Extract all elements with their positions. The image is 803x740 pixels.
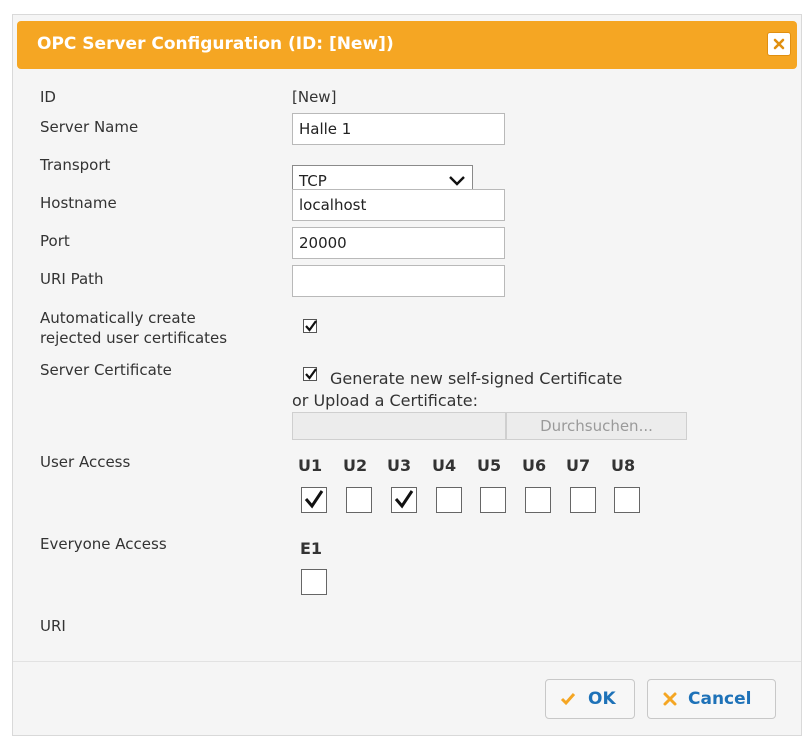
server-name-label: Server Name xyxy=(40,118,139,136)
upload-cert-label: or Upload a Certificate: xyxy=(292,391,478,410)
auto-create-label-line1: Automatically create xyxy=(40,309,196,327)
everyone-access-header-e1: E1 xyxy=(300,539,323,558)
user-access-header-u5: U5 xyxy=(477,456,502,475)
user-access-header-u6: U6 xyxy=(522,456,547,475)
user-access-label: User Access xyxy=(40,453,131,471)
generate-cert-label: Generate new self-signed Certificate xyxy=(330,369,623,388)
user-access-header-u8: U8 xyxy=(611,456,636,475)
cancel-button-label: Cancel xyxy=(688,689,752,709)
user-access-checkbox-u1[interactable] xyxy=(301,487,327,513)
everyone-access-label: Everyone Access xyxy=(40,535,167,553)
user-access-header-u7: U7 xyxy=(566,456,591,475)
checkmark-icon xyxy=(305,368,317,380)
browse-button[interactable]: Durchsuchen... xyxy=(506,412,687,440)
dialog-title: OPC Server Configuration (ID: [New]) xyxy=(37,34,394,54)
everyone-access-checkbox-e1[interactable] xyxy=(301,569,327,595)
user-access-checkbox-u5[interactable] xyxy=(480,487,506,513)
uri-label: URI xyxy=(40,617,66,635)
user-access-checkbox-u2[interactable] xyxy=(346,487,372,513)
ok-button-label: OK xyxy=(588,689,616,709)
user-access-checkbox-u6[interactable] xyxy=(525,487,551,513)
checkmark-icon xyxy=(394,490,414,509)
checkmark-icon xyxy=(304,490,324,509)
generate-cert-checkbox[interactable] xyxy=(303,367,317,381)
user-access-header-u2: U2 xyxy=(343,456,368,475)
opc-server-config-dialog: OPC Server Configuration (ID: [New]) ID … xyxy=(12,14,802,736)
user-access-header-u1: U1 xyxy=(298,456,323,475)
close-button[interactable] xyxy=(767,32,791,56)
checkmark-icon xyxy=(305,320,317,332)
checkmark-icon xyxy=(560,693,576,706)
user-access-checkbox-u7[interactable] xyxy=(570,487,596,513)
id-value: [New] xyxy=(292,88,337,106)
certificate-file-input[interactable] xyxy=(292,412,506,440)
id-label: ID xyxy=(40,88,56,106)
auto-create-label-line2: rejected user certificates xyxy=(40,329,228,347)
server-name-input[interactable]: Halle 1 xyxy=(292,113,505,145)
user-access-checkbox-u8[interactable] xyxy=(614,487,640,513)
transport-label: Transport xyxy=(40,156,111,174)
chevron-down-icon xyxy=(449,176,465,186)
user-access-checkbox-u3[interactable] xyxy=(391,487,417,513)
user-access-header-u3: U3 xyxy=(387,456,412,475)
uri-path-label: URI Path xyxy=(40,270,104,288)
dialog-titlebar[interactable]: OPC Server Configuration (ID: [New]) xyxy=(17,21,797,69)
close-icon xyxy=(773,38,785,50)
close-icon xyxy=(663,692,677,706)
server-certificate-label: Server Certificate xyxy=(40,361,172,379)
cancel-button[interactable]: Cancel xyxy=(647,679,776,719)
transport-selected-value: TCP xyxy=(299,172,327,190)
port-input[interactable]: 20000 xyxy=(292,227,505,259)
ok-button[interactable]: OK xyxy=(545,679,635,719)
uri-path-input[interactable] xyxy=(292,265,505,297)
port-label: Port xyxy=(40,232,70,250)
user-access-checkbox-u4[interactable] xyxy=(436,487,462,513)
footer-divider xyxy=(13,661,801,662)
user-access-header-u4: U4 xyxy=(432,456,457,475)
hostname-input[interactable]: localhost xyxy=(292,189,505,221)
auto-create-checkbox[interactable] xyxy=(303,319,317,333)
hostname-label: Hostname xyxy=(40,194,117,212)
